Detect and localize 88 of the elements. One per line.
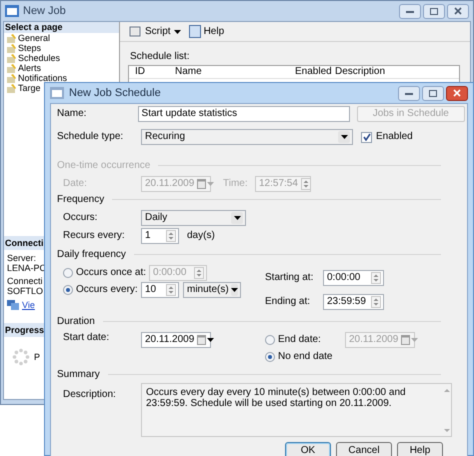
- spin-arrows-icon[interactable]: [371, 296, 381, 308]
- radio-button[interactable]: [63, 284, 73, 294]
- field-label: Time:: [223, 178, 249, 190]
- caret-icon: [207, 338, 214, 342]
- server-name: LENA-PC: [7, 263, 46, 273]
- page-item[interactable]: Steps: [4, 43, 42, 53]
- list-label: Schedule list:: [130, 51, 190, 63]
- dialog-title: New Job Schedule: [69, 87, 161, 99]
- column-header[interactable]: Name: [169, 66, 289, 78]
- section-title: Daily frequency: [57, 248, 126, 260]
- field-label: Name:: [57, 108, 88, 120]
- maximize-button[interactable]: [422, 86, 444, 100]
- app-icon: [5, 5, 19, 17]
- view-link[interactable]: Vie: [22, 300, 35, 310]
- page-item[interactable]: Targe: [4, 83, 41, 93]
- radio-label: End date:: [278, 334, 321, 346]
- radio-button[interactable]: [265, 352, 275, 362]
- caret-icon: [411, 338, 418, 342]
- field-label: Schedule type:: [57, 131, 124, 143]
- page-item[interactable]: Alerts: [4, 63, 42, 73]
- end-time-field[interactable]: 23:59:59: [323, 294, 384, 310]
- time-field[interactable]: 10: [141, 282, 179, 298]
- connection-icon: [7, 300, 19, 310]
- panel-header: Select a page: [4, 22, 119, 33]
- recurs-field[interactable]: 1: [141, 228, 179, 244]
- field-label: Starting at:: [265, 272, 314, 284]
- field-label: Description:: [63, 388, 117, 402]
- caret-icon: [340, 135, 348, 139]
- unit-label: day(s): [187, 230, 215, 242]
- name-field[interactable]: Start update statistics: [138, 106, 350, 122]
- section-title: One-time occurrence: [57, 160, 150, 172]
- calendar-icon: [197, 335, 206, 345]
- close-button[interactable]: [446, 86, 468, 100]
- spin-arrows-icon[interactable]: [300, 178, 311, 190]
- minimize-icon: [406, 10, 414, 12]
- spin-arrows-icon[interactable]: [166, 230, 176, 242]
- checkbox[interactable]: [361, 132, 372, 142]
- radio-label: Occurs once at:: [76, 266, 146, 278]
- close-icon: [453, 89, 461, 97]
- minimize-icon: [405, 92, 413, 94]
- field-label: Ending at:: [265, 296, 312, 308]
- caret-icon: [174, 30, 181, 34]
- section-title: Summary: [57, 368, 100, 380]
- field-label: Date:: [63, 178, 88, 190]
- radio-label: No end date: [278, 350, 332, 362]
- connection-name: SOFTLO: [7, 286, 44, 296]
- page-item[interactable]: Schedules: [4, 53, 60, 63]
- progress-status: P: [34, 352, 40, 362]
- calendar-icon: [401, 334, 410, 344]
- start-date-field[interactable]: 20.11.2009: [141, 332, 211, 348]
- spin-arrows-icon[interactable]: [166, 284, 176, 296]
- caret-icon: [230, 288, 238, 292]
- caret-icon: [207, 182, 214, 186]
- page-item[interactable]: General: [4, 33, 50, 43]
- unit-select[interactable]: minute(s): [183, 282, 241, 298]
- field-label: Occurs:: [63, 212, 98, 224]
- spin-arrows-icon[interactable]: [371, 272, 381, 284]
- radio-button[interactable]: [265, 334, 275, 344]
- calendar-icon: [197, 179, 206, 189]
- close-icon: [454, 7, 462, 15]
- progress-spinner-icon: [12, 348, 30, 366]
- spin-arrows-icon[interactable]: [194, 266, 204, 278]
- column-header[interactable]: Enabled: [289, 66, 329, 78]
- maximize-icon: [430, 8, 438, 14]
- close-button[interactable]: [447, 4, 469, 18]
- radio-button[interactable]: [63, 268, 73, 278]
- maximize-button[interactable]: [423, 4, 445, 18]
- minimize-button[interactable]: [399, 4, 421, 18]
- minimize-button[interactable]: [398, 86, 420, 100]
- start-time-field[interactable]: 0:00:00: [323, 270, 384, 286]
- occurs-select[interactable]: Daily: [141, 210, 246, 226]
- description-box: Occurs every day every 10 minute(s) between 0:00:00 and 23:59:59. Schedule will be used starting on 20.11.2009.: [141, 383, 452, 437]
- window-title: New Job: [23, 5, 66, 17]
- help-button[interactable]: Help: [188, 25, 224, 38]
- dialog-button[interactable]: Cancel: [336, 442, 392, 456]
- maximize-icon: [429, 90, 437, 96]
- script-menu-button[interactable]: Script: [128, 25, 181, 38]
- page-item[interactable]: Notifications: [4, 73, 68, 83]
- dialog-button[interactable]: Help: [397, 442, 443, 456]
- server-label: Server:: [7, 253, 36, 263]
- dialog-button[interactable]: OK: [285, 442, 331, 456]
- checkbox-label: Enabled: [376, 131, 413, 143]
- caret-icon: [234, 216, 240, 220]
- schedule-type-select[interactable]: Recuring: [141, 129, 353, 145]
- radio-label: Occurs every:: [76, 284, 138, 296]
- column-header[interactable]: ID: [129, 66, 169, 78]
- section-title: Frequency: [57, 194, 104, 206]
- connection-label: Connecti: [7, 276, 43, 286]
